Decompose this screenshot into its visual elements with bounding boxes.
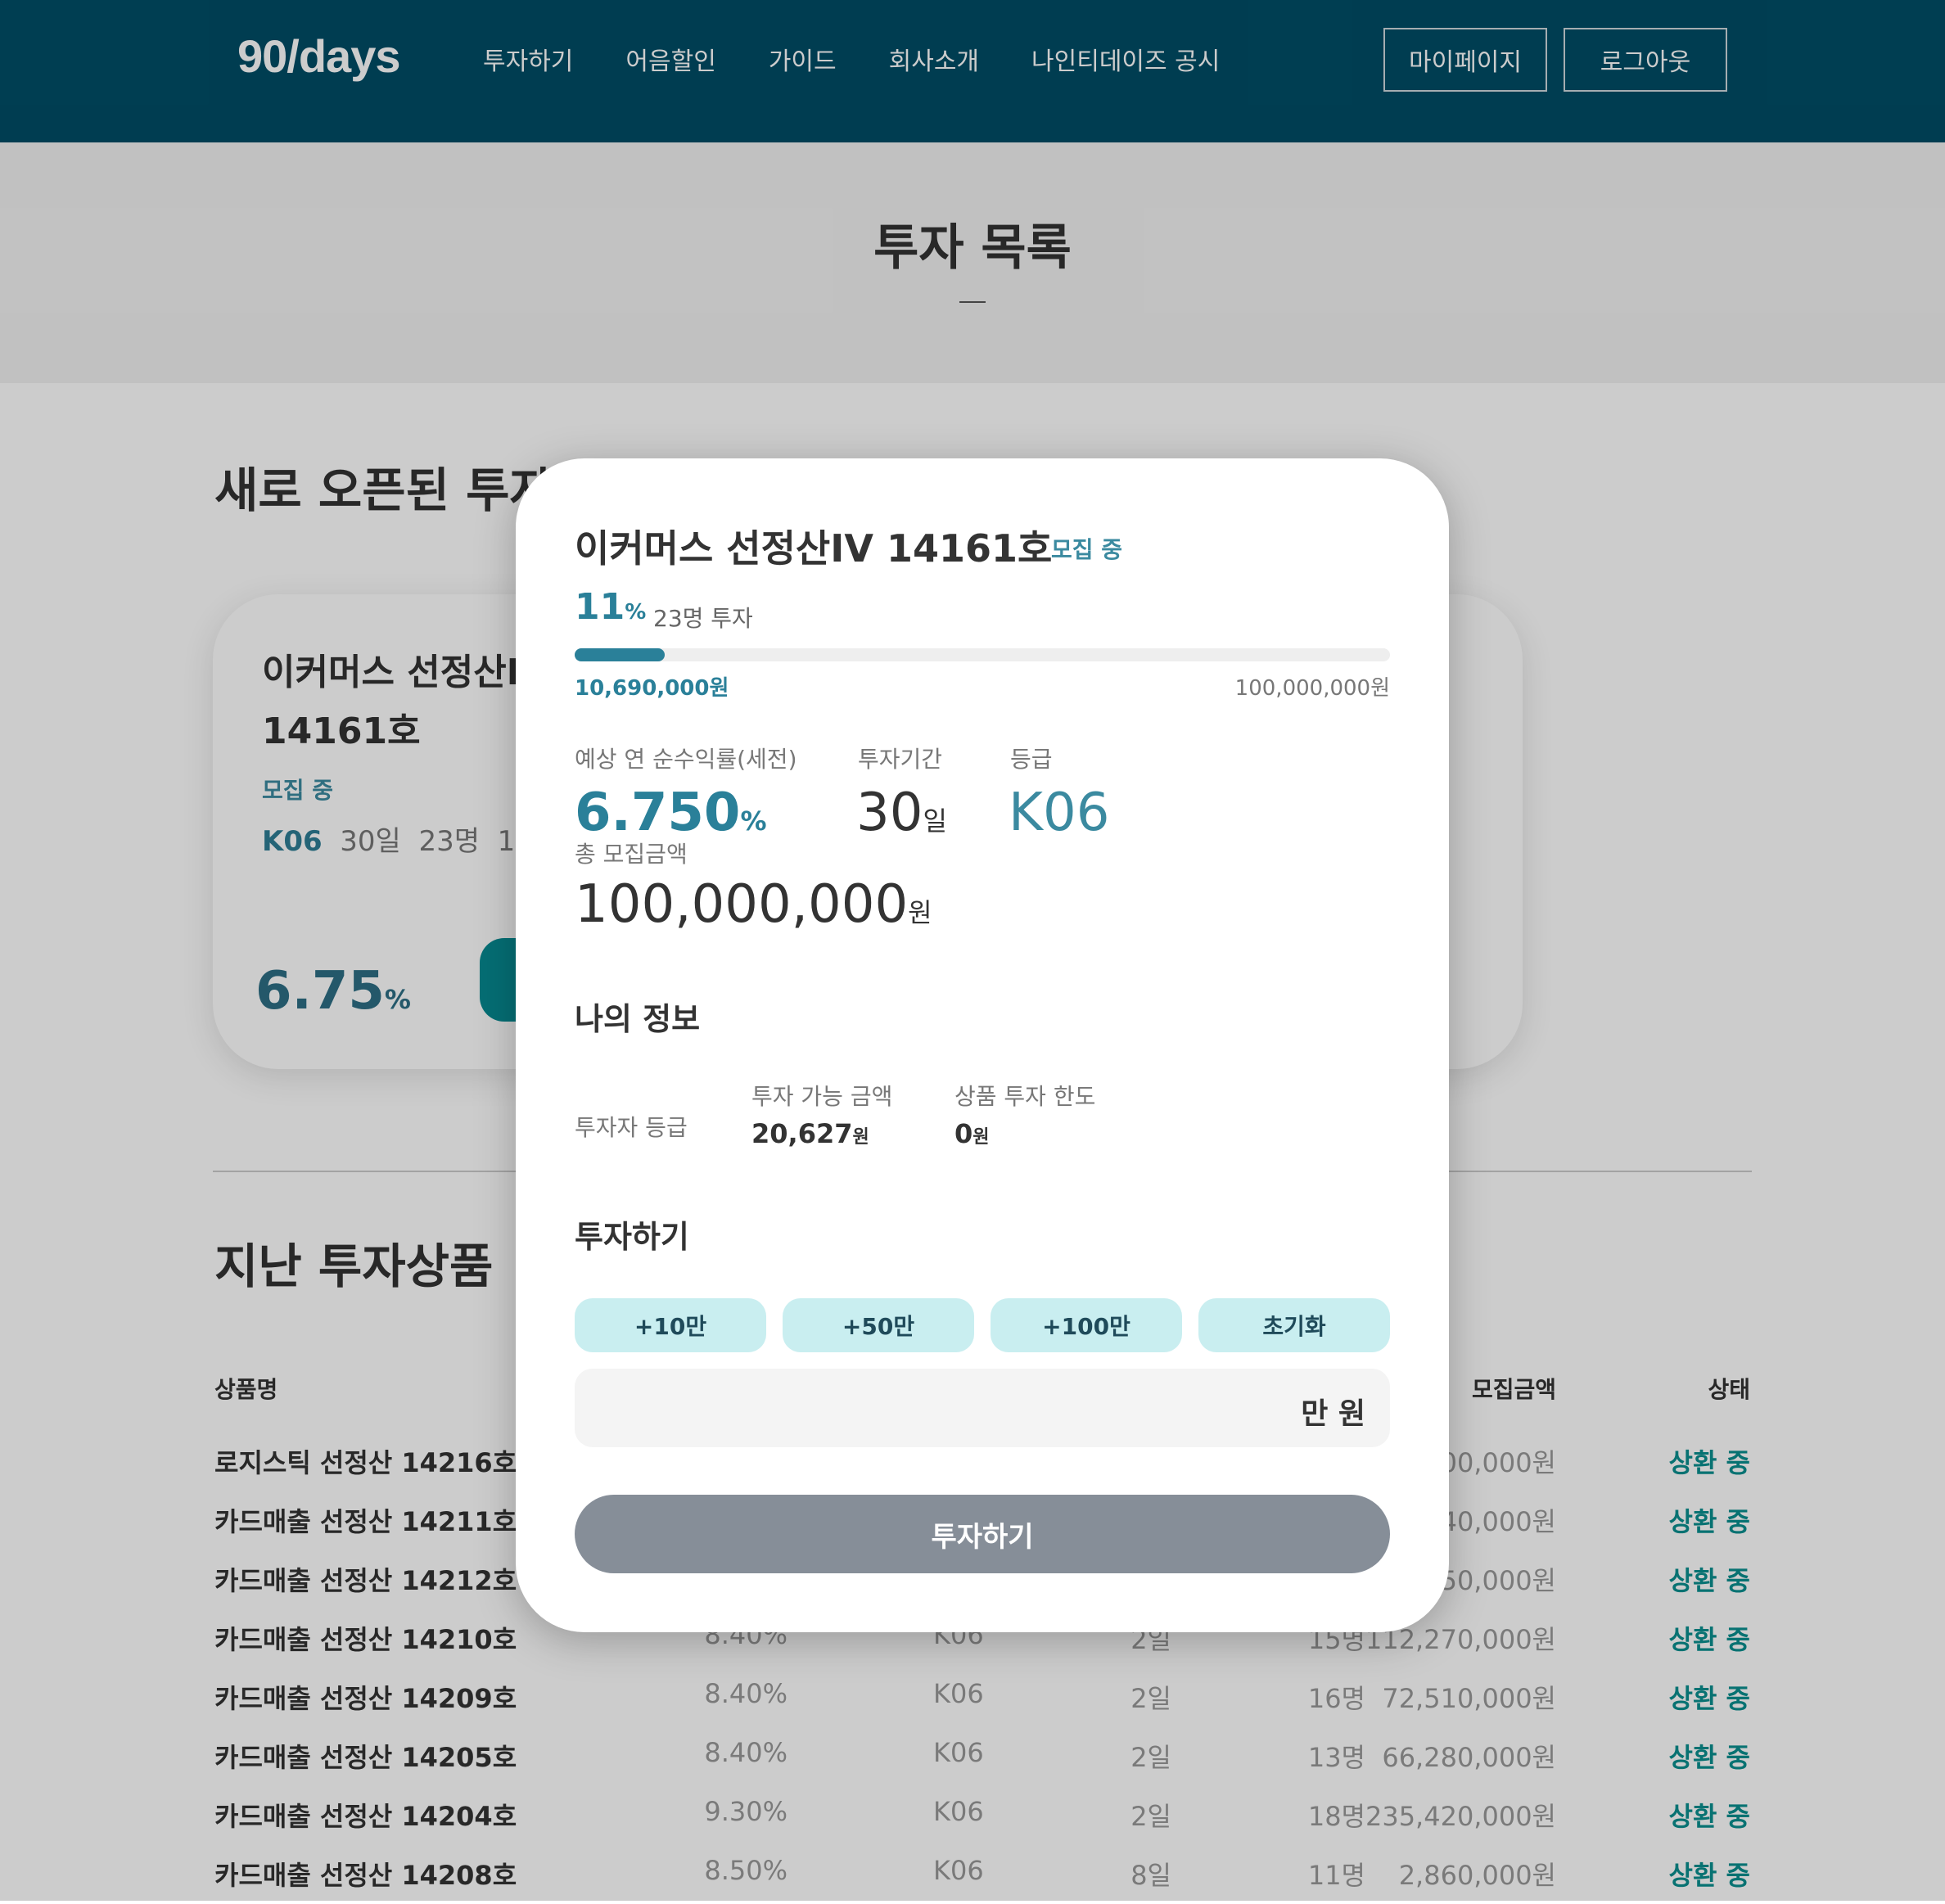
funding-progress-bar [575,648,1390,661]
total-value: 100,000,000원 [575,874,932,935]
amount-input[interactable] [591,1385,1249,1433]
progress-percent: 11% [575,586,647,628]
total-label: 총 모집금액 [575,841,688,868]
invest-section-title: 투자하기 [575,1219,689,1255]
product-limit-value: 0원 [954,1118,990,1149]
invest-modal: 이커머스 선정산IV 14161호 모집 중 11% 23명 투자 10,690… [516,458,1449,1632]
my-info-title: 나의 정보 [575,1001,701,1037]
reset-button[interactable]: 초기화 [1198,1298,1390,1352]
add-500k-button[interactable]: +50만 [783,1298,974,1352]
yield-label: 예상 연 순수익률(세전) [575,746,797,773]
investor-grade-label: 투자자 등급 [575,1114,688,1141]
period-label: 투자기간 [858,746,943,773]
amount-field[interactable]: 만 원 [575,1369,1390,1447]
modal-status-badge: 모집 중 [1051,536,1123,563]
yield-value: 6.750% [575,783,767,843]
invest-submit-button[interactable]: 투자하기 [575,1495,1390,1573]
raised-amount: 10,690,000원 [575,676,729,701]
amount-unit: 만 원 [1301,1397,1365,1431]
add-1m-button[interactable]: +100만 [991,1298,1182,1352]
available-amount-value: 20,627원 [751,1118,869,1149]
grade-value: K06 [1009,783,1110,843]
modal-title: 이커머스 선정산IV 14161호 [575,526,1053,571]
period-value: 30일 [856,783,947,843]
add-100k-button[interactable]: +10만 [575,1298,766,1352]
investor-count: 23명 투자 [653,605,753,632]
product-limit-label: 상품 투자 한도 [954,1083,1096,1110]
grade-label: 등급 [1010,746,1053,773]
goal-amount: 100,000,000원 [1234,676,1390,701]
available-amount-label: 투자 가능 금액 [751,1083,893,1110]
